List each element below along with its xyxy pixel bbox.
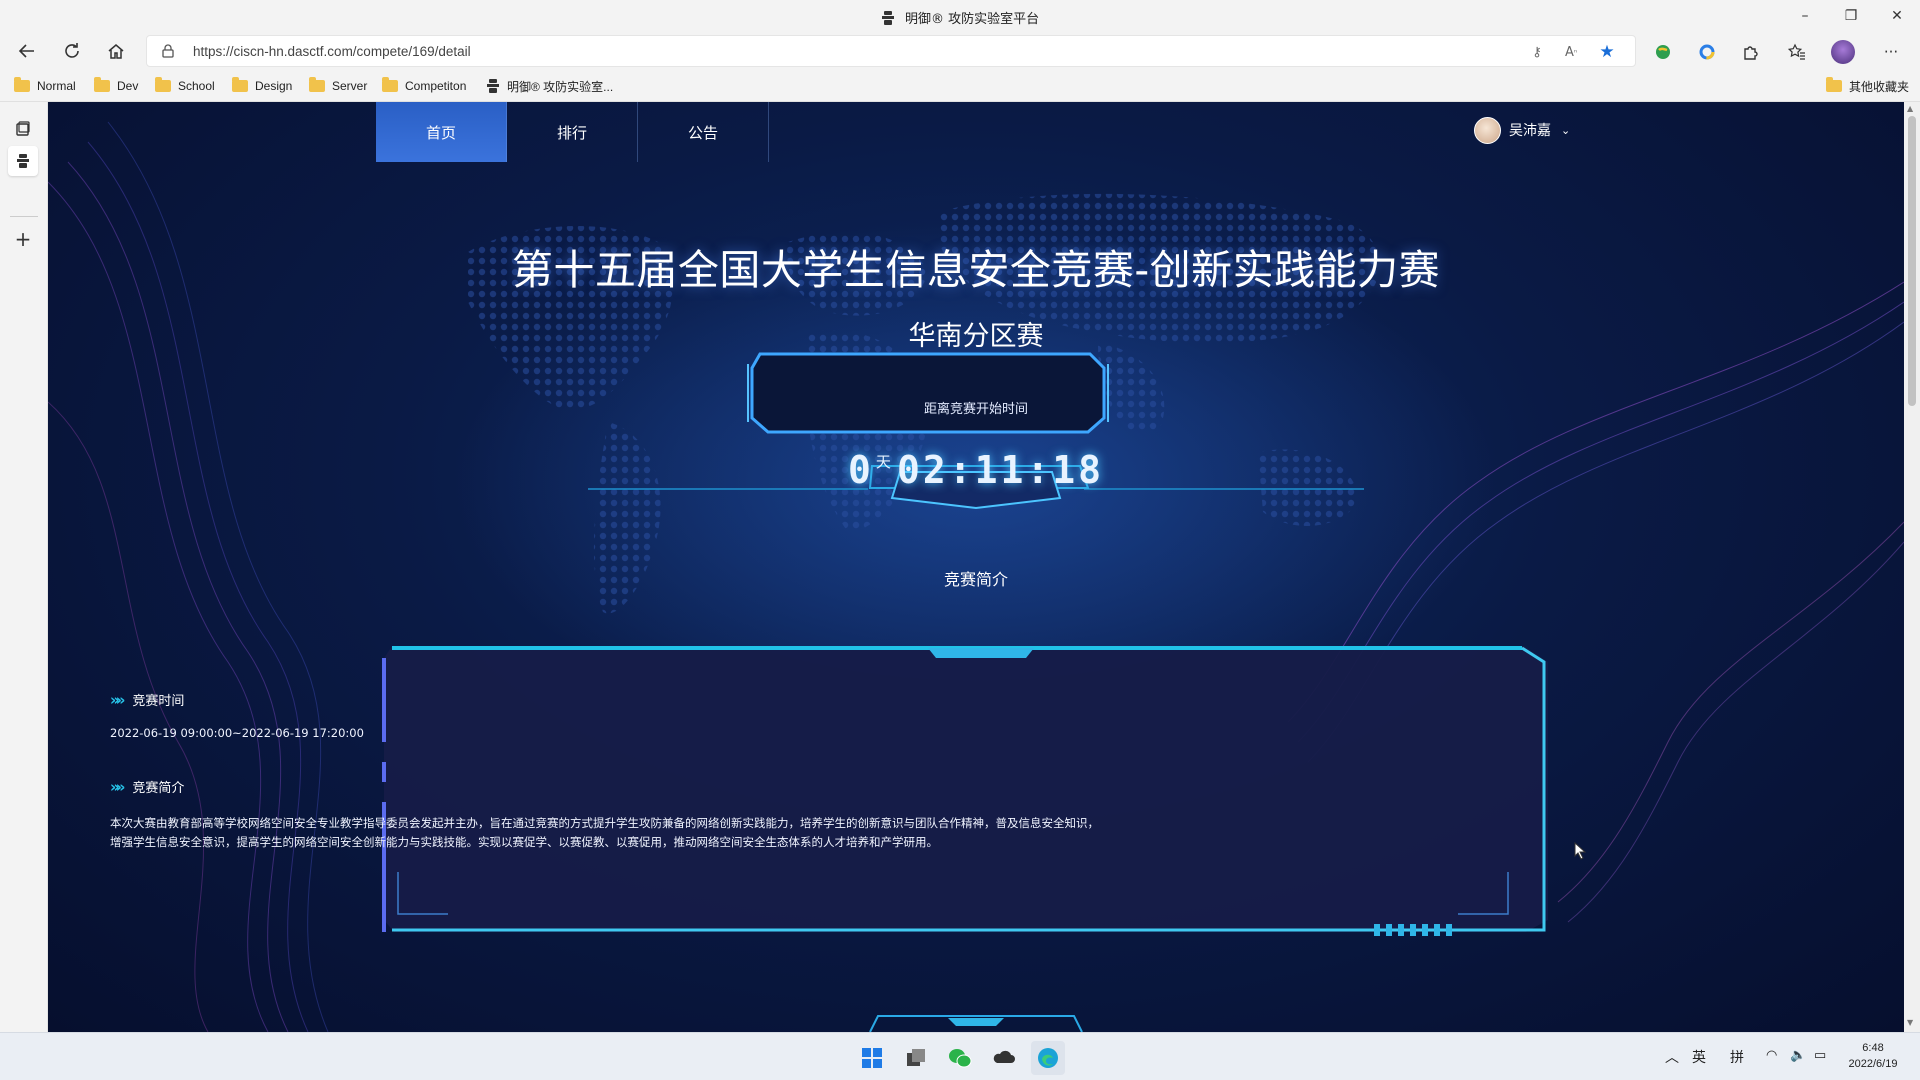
scrollbar-thumb[interactable]	[1908, 116, 1916, 406]
favorites-list-icon[interactable]	[1782, 37, 1812, 67]
maximize-button[interactable]: ❐	[1828, 0, 1874, 32]
back-icon[interactable]	[11, 36, 43, 66]
bookmark-site[interactable]: 明御® 攻防实验室...	[486, 76, 613, 96]
profile-avatar-icon[interactable]	[1828, 37, 1858, 67]
ime-mode[interactable]: 拼	[1730, 1047, 1744, 1067]
minimize-button[interactable]: –	[1782, 0, 1828, 32]
windows-start-icon[interactable]	[855, 1041, 889, 1075]
edge-browser-icon[interactable]	[1031, 1041, 1065, 1075]
key-icon[interactable]: ⚷	[1527, 42, 1547, 62]
folder-icon	[94, 77, 110, 92]
clock-time: 6:48	[1862, 1042, 1884, 1054]
bookmark-dev[interactable]: Dev	[94, 76, 138, 96]
countdown-day-unit: 天	[875, 453, 891, 471]
task-view-icon[interactable]	[899, 1041, 933, 1075]
tab-announcements[interactable]: 公告	[638, 102, 769, 162]
windows-taskbar: ︿ 英 拼 ◠ 🔈 ▭ 6:48 2022/6/19	[0, 1032, 1920, 1080]
home-icon[interactable]	[100, 36, 132, 66]
battery-icon[interactable]: ▭	[1814, 1047, 1826, 1063]
bookmark-competition[interactable]: Competiton	[382, 76, 466, 96]
competition-intro-line-1: 本次大赛由教育部高等学校网络空间安全专业教学指导委员会发起并主办，旨在通过竞赛的…	[110, 816, 1099, 830]
chevrons-right-icon: »»	[110, 777, 125, 796]
scroll-down-icon[interactable]: ▼	[1907, 1018, 1913, 1027]
site-logo-icon	[487, 79, 499, 93]
countdown-label: 距离竞赛开始时间	[923, 402, 1028, 417]
extension-ring-icon[interactable]	[1692, 37, 1722, 67]
chevron-down-icon[interactable]: ⌄	[1561, 124, 1570, 137]
countdown-timer: 0 天 02:11:18	[800, 428, 1152, 524]
browser-toolbar: https://ciscn-hn.dasctf.com/compete/169/…	[0, 32, 1920, 70]
add-icon[interactable]: +	[8, 224, 38, 254]
countdown-time: 02:11:18	[896, 448, 1104, 492]
tab-home[interactable]: 首页	[376, 102, 507, 162]
folder-icon	[155, 77, 171, 92]
cursor-icon	[1574, 842, 1587, 860]
extensions-puzzle-icon[interactable]	[1736, 37, 1766, 67]
other-bookmarks[interactable]: 其他收藏夹	[1826, 76, 1909, 96]
folder-icon	[14, 77, 30, 92]
avatar[interactable]	[1474, 116, 1501, 144]
more-options-icon[interactable]: ···	[1876, 37, 1906, 67]
clock-date: 2022/6/19	[1848, 1058, 1898, 1070]
scroll-up-icon[interactable]: ▲	[1907, 104, 1913, 113]
user-menu[interactable]: 吴沛嘉 ⌄	[1474, 116, 1570, 144]
refresh-icon[interactable]	[56, 36, 88, 66]
competition-time-value: 2022-06-19 09:00:00~2022-06-19 17:20:00	[110, 726, 364, 740]
tab-ranking[interactable]: 排行	[507, 102, 638, 162]
competition-title: 第十五届全国大学生信息安全竞赛-创新实践能力赛	[511, 246, 1441, 294]
user-name[interactable]: 吴沛嘉	[1509, 120, 1551, 140]
site-nav: 首页 排行 公告	[376, 102, 769, 162]
bookmark-school[interactable]: School	[155, 76, 215, 96]
competition-intro-line-2: 增强学生信息安全意识，提高学生的网络空间安全创新能力与实践技能。实现以赛促学、以…	[110, 835, 938, 849]
folder-icon	[382, 77, 398, 92]
chevrons-right-icon: »»	[110, 690, 125, 709]
competition-subtitle: 华南分区赛	[908, 321, 1044, 352]
address-bar[interactable]: https://ciscn-hn.dasctf.com/compete/169/…	[146, 35, 1636, 67]
countdown-frame	[747, 352, 1109, 434]
countdown-days: 0	[848, 448, 874, 492]
close-button[interactable]: ✕	[1874, 0, 1920, 32]
system-clock[interactable]: 6:48 2022/6/19	[1838, 1040, 1908, 1072]
section-heading-time: »» 竞赛时间	[110, 690, 185, 710]
folder-icon	[232, 77, 248, 92]
window-title: 明御® 攻防实验室平台	[905, 12, 1040, 27]
favorite-star-icon[interactable]: ★	[1597, 42, 1617, 62]
section-heading-intro: »» 竞赛简介	[110, 777, 185, 797]
wifi-icon[interactable]: ◠	[1766, 1047, 1777, 1063]
lock-icon[interactable]	[161, 44, 175, 58]
folder-icon	[309, 77, 325, 92]
info-panel-frame	[382, 646, 1548, 936]
folder-icon	[1826, 77, 1842, 92]
sidebar-site-logo-icon[interactable]	[8, 146, 38, 176]
ime-language[interactable]: 英	[1692, 1047, 1706, 1067]
cloud-app-icon[interactable]	[987, 1041, 1021, 1075]
tray-chevron-up-icon[interactable]: ︿	[1665, 1047, 1679, 1067]
browser-sidebar: +	[0, 102, 48, 1032]
extension-globe-icon[interactable]	[1648, 37, 1678, 67]
bookmark-normal[interactable]: Normal	[14, 76, 76, 96]
wechat-icon[interactable]	[943, 1041, 977, 1075]
volume-icon[interactable]: 🔈	[1790, 1047, 1806, 1063]
bookmarks-bar: Normal Dev School Design Server Competit…	[0, 70, 1920, 102]
site-logo-icon	[881, 11, 894, 25]
bookmark-server[interactable]: Server	[309, 76, 367, 96]
section-badge-intro: 竞赛简介	[943, 570, 1008, 589]
window-titlebar: 明御® 攻防实验室平台 – ❐ ✕	[0, 0, 1920, 32]
page-viewport: 首页 排行 公告 吴沛嘉 ⌄ 第十五届全国大学生信息安全竞赛-创新实践能力赛 华…	[48, 102, 1904, 1032]
tab-actions-icon[interactable]	[8, 114, 38, 144]
url-text[interactable]: https://ciscn-hn.dasctf.com/compete/169/…	[193, 44, 471, 59]
read-aloud-icon[interactable]: Aⁿ	[1561, 42, 1581, 62]
bookmark-design[interactable]: Design	[232, 76, 292, 96]
page-scrollbar[interactable]: ▲ ▼	[1904, 102, 1920, 1032]
